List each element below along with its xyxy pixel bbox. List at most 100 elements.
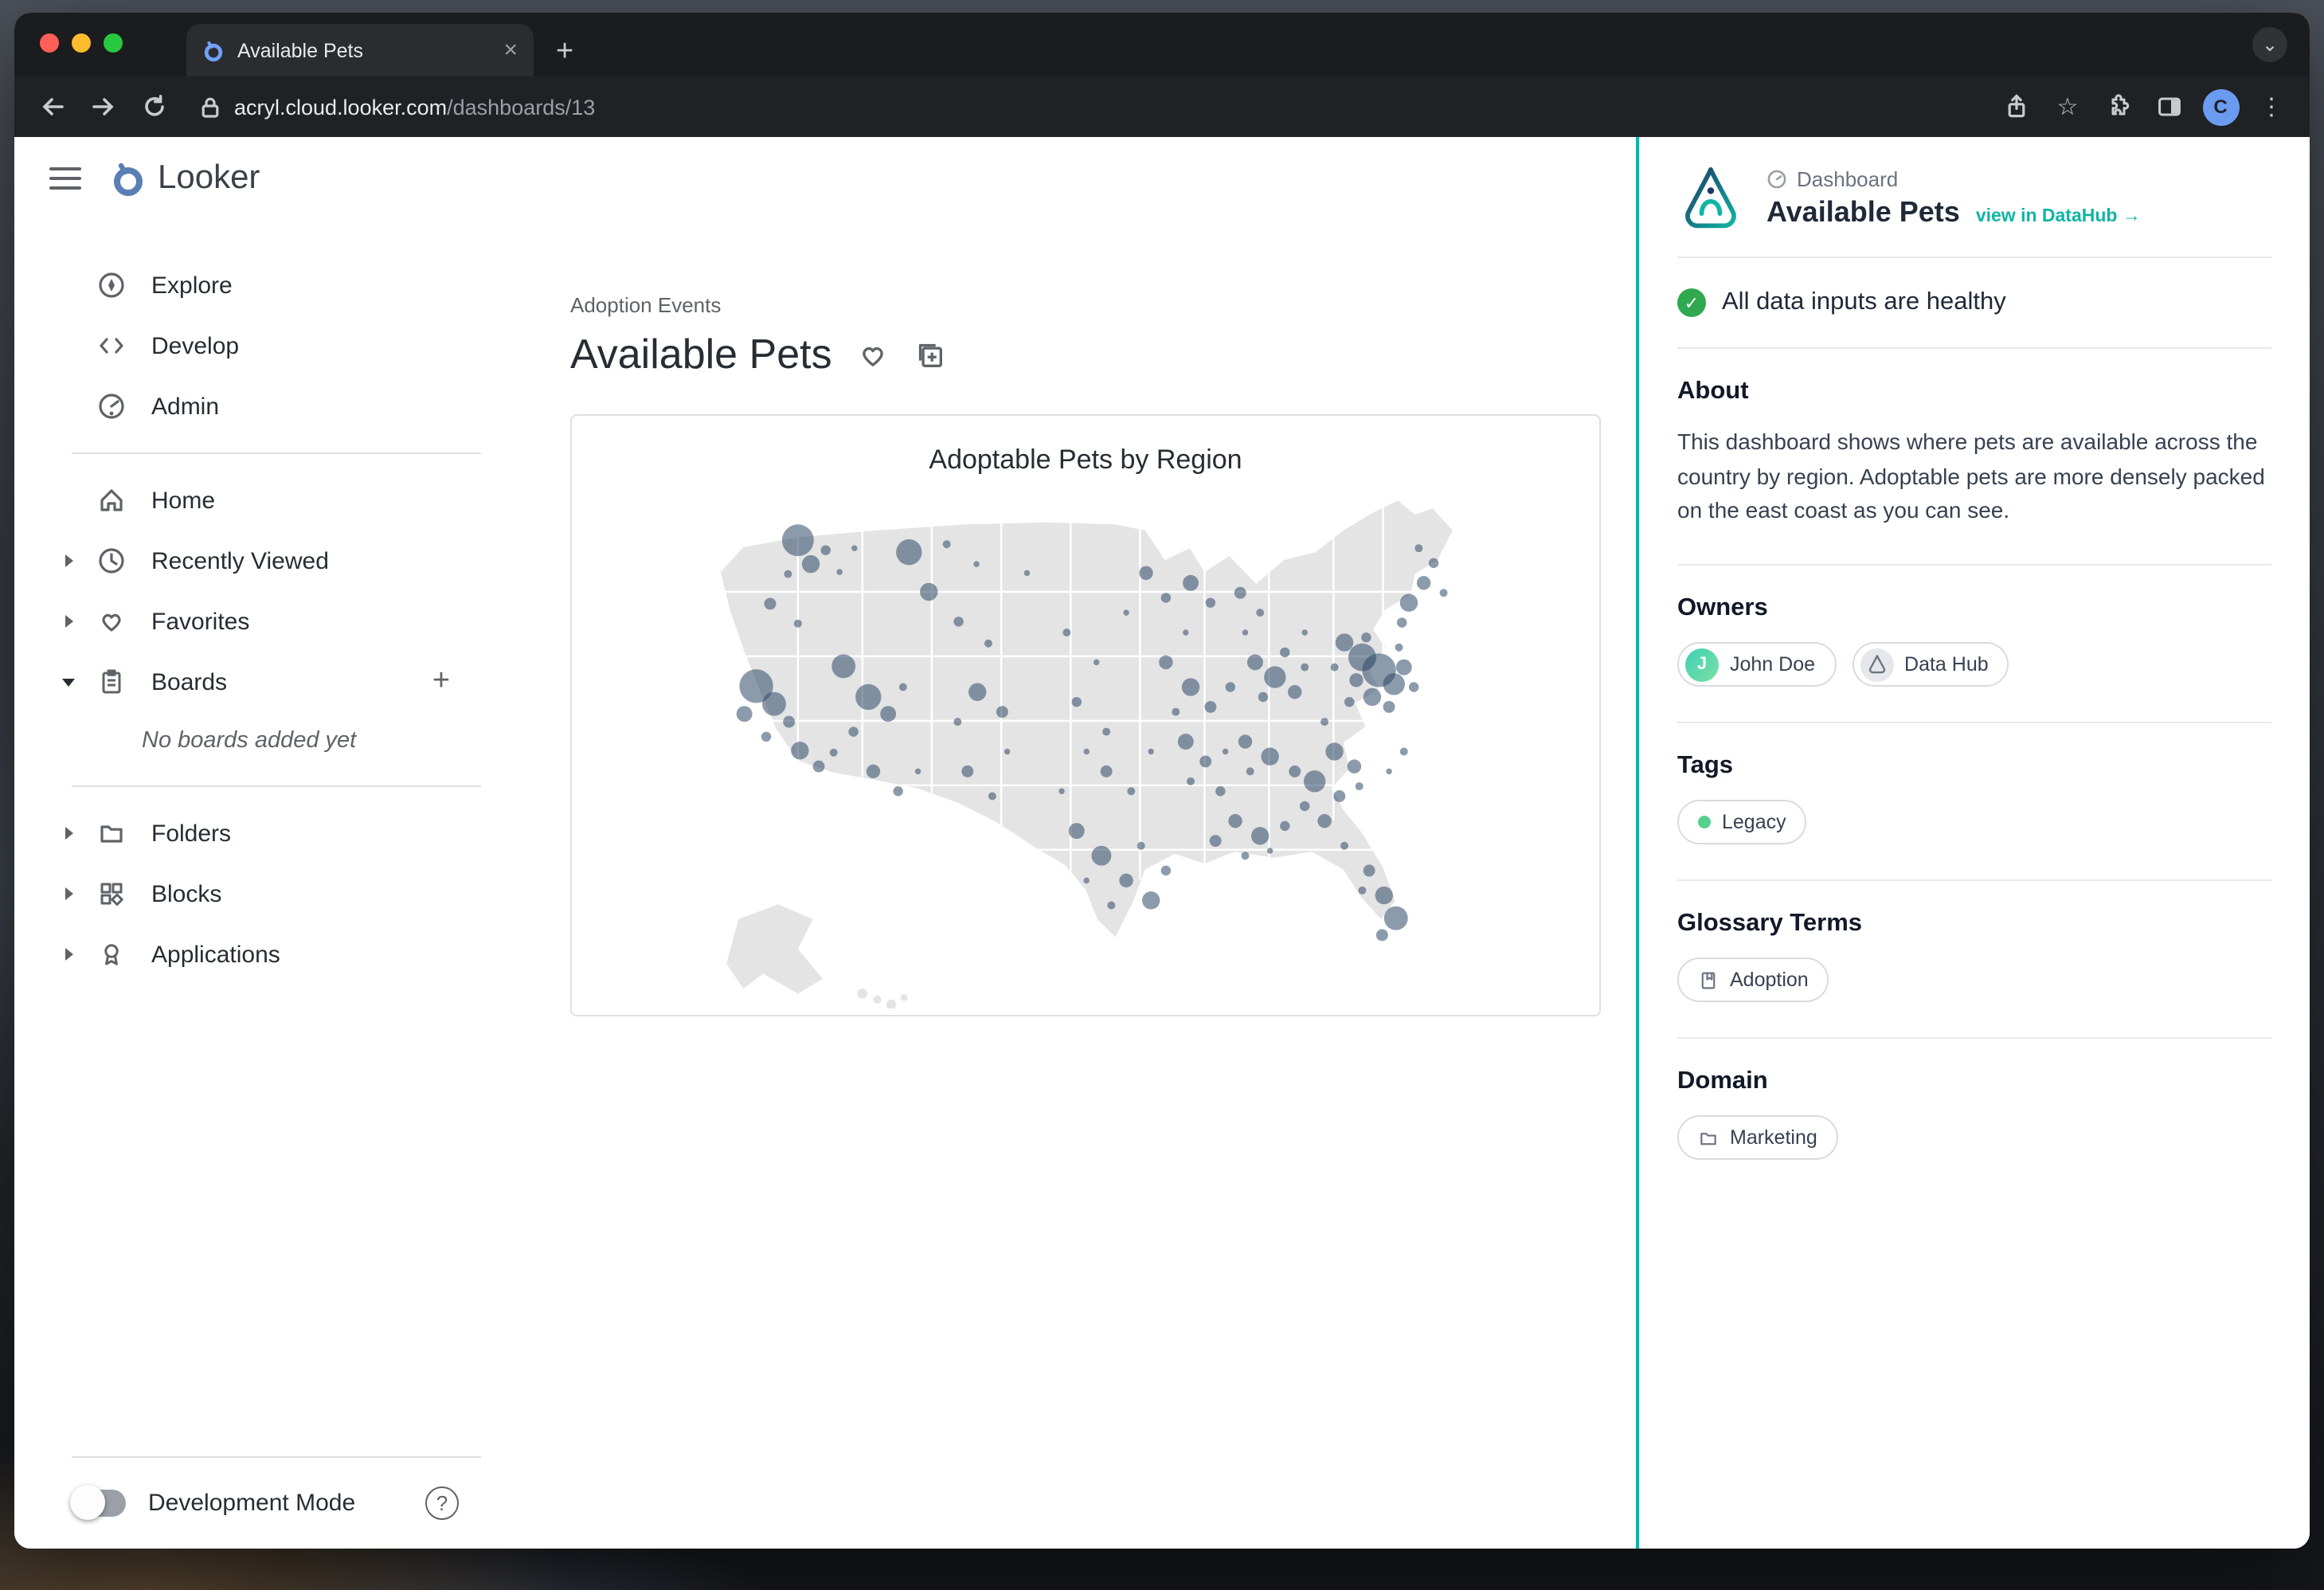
development-mode-toggle[interactable] <box>72 1490 126 1517</box>
map-bubble[interactable] <box>1072 697 1082 707</box>
map-bubble[interactable] <box>1127 787 1135 795</box>
map-bubble[interactable] <box>1414 544 1422 552</box>
view-in-datahub-link[interactable]: view in DataHub → <box>1976 207 2141 226</box>
map-bubble[interactable] <box>1349 673 1363 687</box>
map-bubble[interactable] <box>1348 759 1361 773</box>
map-bubble[interactable] <box>1397 617 1407 627</box>
map-bubble[interactable] <box>761 732 771 742</box>
sidebar-item-develop[interactable]: Develop <box>14 315 492 376</box>
map-bubble[interactable] <box>831 654 855 678</box>
map-bubble[interactable] <box>1267 848 1273 853</box>
map-bubble[interactable] <box>1400 593 1418 611</box>
map-bubble[interactable] <box>1159 656 1172 669</box>
map-bubble[interactable] <box>1246 767 1254 775</box>
map-bubble[interactable] <box>1094 660 1099 665</box>
map-bubble[interactable] <box>1215 786 1225 796</box>
map-bubble[interactable] <box>1102 728 1110 736</box>
map-bubble[interactable] <box>1223 749 1228 754</box>
sidebar-item-blocks[interactable]: Blocks <box>14 864 492 924</box>
map-bubble[interactable] <box>1300 801 1309 811</box>
caret-right-icon[interactable] <box>59 887 78 900</box>
map-bubble[interactable] <box>1288 685 1301 699</box>
minimize-window-button[interactable] <box>72 33 91 53</box>
map-bubble[interactable] <box>830 749 838 757</box>
map-bubble[interactable] <box>1384 907 1408 930</box>
map-bubble[interactable] <box>1336 633 1353 651</box>
caret-right-icon[interactable] <box>59 827 78 840</box>
map-bubble[interactable] <box>943 540 951 548</box>
map-bubble[interactable] <box>920 583 937 601</box>
hamburger-menu-icon[interactable] <box>49 167 81 190</box>
map-bubble[interactable] <box>1084 878 1090 883</box>
back-icon[interactable] <box>30 84 75 129</box>
caret-down-icon[interactable] <box>59 678 78 686</box>
map-bubble[interactable] <box>1204 701 1216 713</box>
map-bubble[interactable] <box>1242 629 1248 635</box>
add-board-icon[interactable]: + <box>425 666 457 698</box>
map-bubble[interactable] <box>1182 678 1199 695</box>
map-bubble[interactable] <box>783 716 795 728</box>
map-bubble[interactable] <box>1317 814 1331 828</box>
map-bubble[interactable] <box>1358 887 1366 895</box>
breadcrumb[interactable]: Adoption Events <box>570 293 1636 317</box>
caret-right-icon[interactable] <box>59 554 78 567</box>
tag-chip-legacy[interactable]: Legacy <box>1677 800 1807 844</box>
browser-tab[interactable]: Available Pets × <box>186 24 534 76</box>
map-bubble[interactable] <box>1409 682 1418 691</box>
glossary-chip-adoption[interactable]: Adoption <box>1677 958 1829 1002</box>
map-bubble[interactable] <box>1161 593 1171 602</box>
map-bubble[interactable] <box>1172 708 1180 716</box>
tab-close-icon[interactable]: × <box>503 38 518 62</box>
map-bubble[interactable] <box>1137 842 1145 850</box>
map-bubble[interactable] <box>1234 587 1246 599</box>
map-bubble[interactable] <box>1058 789 1064 794</box>
map-bubble[interactable] <box>1247 654 1263 670</box>
sidebar-item-recently-viewed[interactable]: Recently Viewed <box>14 531 492 591</box>
map-bubble[interactable] <box>1261 747 1278 765</box>
map-bubble[interactable] <box>1107 902 1115 910</box>
map-bubble[interactable] <box>821 545 831 554</box>
map-bubble[interactable] <box>1228 814 1242 828</box>
map-bubble[interactable] <box>1069 823 1085 839</box>
map-bubble[interactable] <box>893 786 902 796</box>
map-bubble[interactable] <box>899 683 907 691</box>
map-bubble[interactable] <box>1119 874 1133 887</box>
map-bubble[interactable] <box>1301 629 1307 635</box>
map-bubble[interactable] <box>915 769 921 774</box>
map-bubble[interactable] <box>794 620 802 628</box>
map-bubble[interactable] <box>784 570 792 578</box>
map-bubble[interactable] <box>1091 846 1111 866</box>
map-bubble[interactable] <box>1386 769 1391 774</box>
bookmark-star-icon[interactable]: ☆ <box>2045 84 2090 129</box>
sidebar-item-boards[interactable]: Boards + <box>14 652 492 712</box>
sidebar-item-explore[interactable]: Explore <box>14 255 492 315</box>
sidebar-item-admin[interactable]: Admin <box>14 376 492 437</box>
profile-avatar[interactable]: C <box>2198 84 2243 129</box>
map-bubble[interactable] <box>968 683 986 701</box>
map-bubble[interactable] <box>1024 570 1030 576</box>
map-bubble[interactable] <box>802 555 820 573</box>
map-bubble[interactable] <box>1264 666 1285 687</box>
map-bubble[interactable] <box>988 793 996 801</box>
extensions-puzzle-icon[interactable] <box>2096 84 2141 129</box>
tab-search-chevron-icon[interactable]: ⌄ <box>2252 27 2287 62</box>
map-bubble[interactable] <box>813 761 825 773</box>
map-bubble[interactable] <box>1363 864 1375 876</box>
new-tab-button[interactable]: + <box>556 37 573 67</box>
map-bubble[interactable] <box>1062 629 1070 636</box>
sidebar-item-applications[interactable]: Applications <box>14 924 492 985</box>
map-bubble[interactable] <box>1280 648 1289 657</box>
map-bubble[interactable] <box>737 706 753 722</box>
reload-icon[interactable] <box>132 84 177 129</box>
map-bubble[interactable] <box>1340 842 1348 850</box>
sidebar-item-folders[interactable]: Folders <box>14 803 492 864</box>
map-bubble[interactable] <box>1280 821 1289 831</box>
map-bubble[interactable] <box>1289 766 1301 777</box>
map-bubble[interactable] <box>1123 609 1129 615</box>
map-bubble[interactable] <box>867 765 880 778</box>
map-bubble[interactable] <box>791 742 808 759</box>
map-bubble[interactable] <box>1383 673 1405 695</box>
map-bubble[interactable] <box>855 684 881 710</box>
map-bubble[interactable] <box>1363 688 1381 706</box>
map-bubble[interactable] <box>973 561 979 566</box>
